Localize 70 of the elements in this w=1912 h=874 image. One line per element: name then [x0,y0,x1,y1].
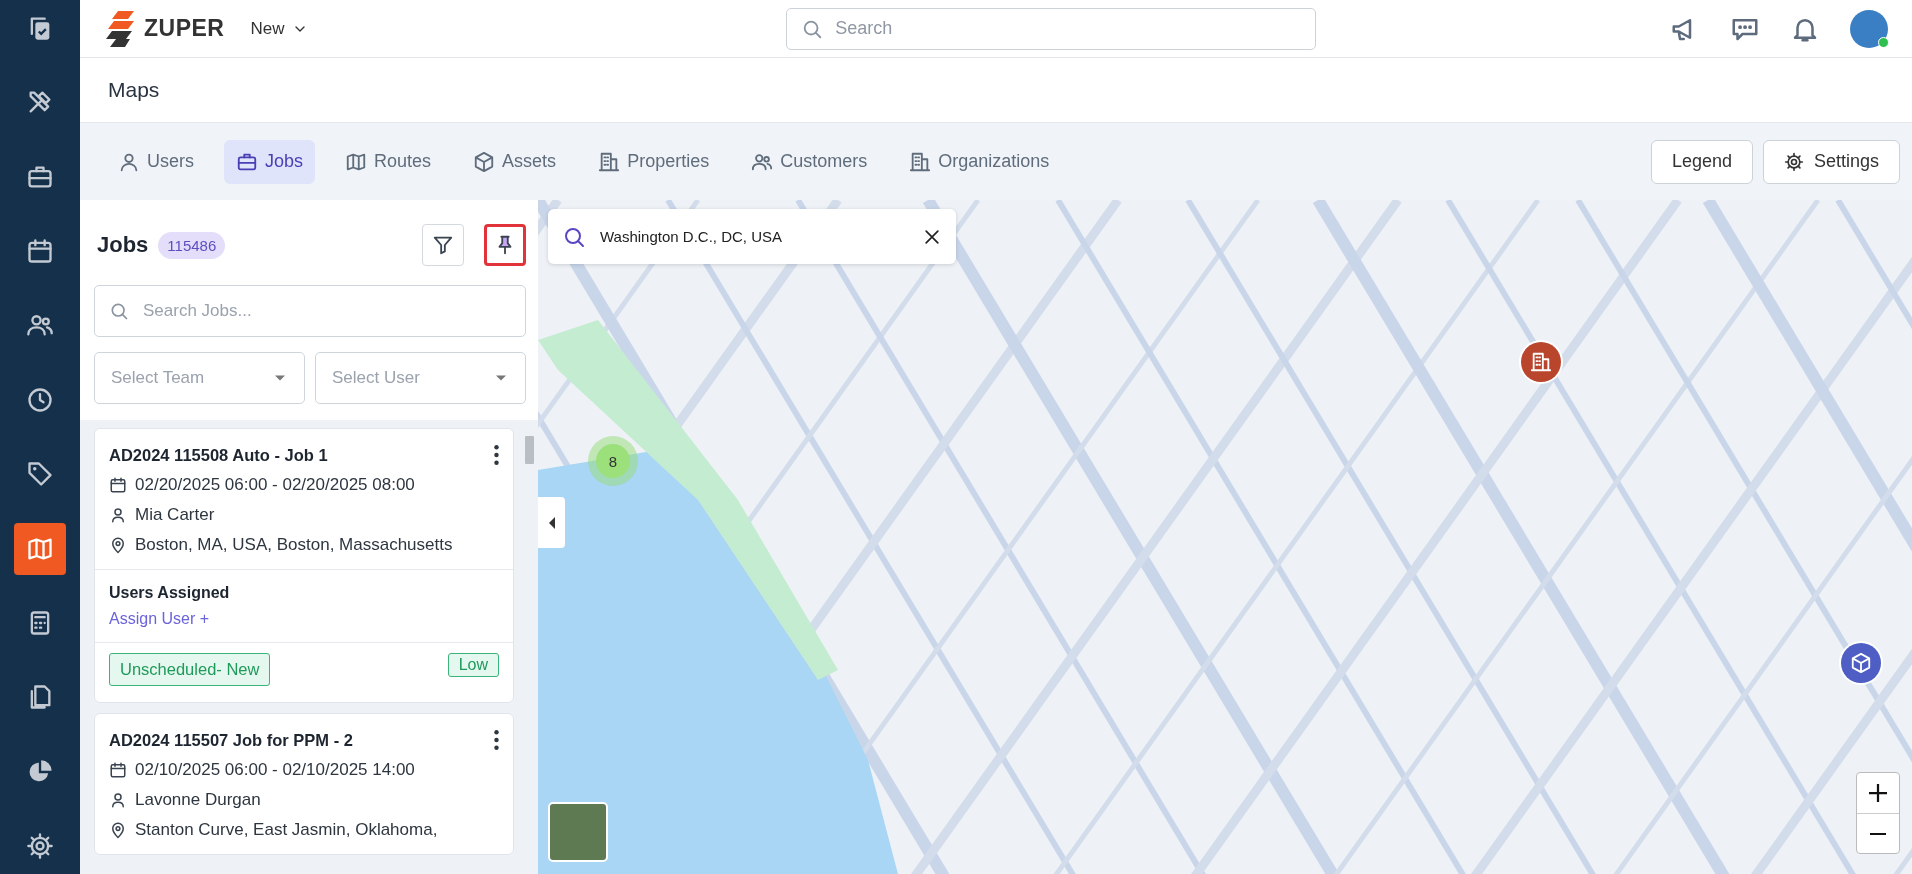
job-count: 115486 [158,231,226,259]
location-icon [109,821,127,839]
building-icon [598,150,621,173]
team-select-input[interactable]: Select Team [109,367,258,389]
nav-item[interactable] [14,522,66,575]
caret-icon [548,516,555,529]
building-marker-icon[interactable] [1521,342,1561,382]
customer-name: Mia Carter [135,505,215,525]
job-address: Stanton Curve, East Jasmin, Oklahoma, [135,820,438,840]
location-icon [109,536,127,554]
job-address: Boston, MA, USA, Boston, Massachusetts [135,535,453,555]
panel-title: Jobs [97,232,149,258]
search-jobs-field[interactable]: Search Jobs... [94,285,526,337]
pin-button[interactable] [484,224,526,266]
more-options-icon [494,445,499,465]
collapse-panel-button[interactable] [538,497,565,548]
legend-button[interactable]: Legend [1650,139,1753,184]
tab[interactable]: Organizations [897,139,1062,184]
job-card[interactable]: AD2024 115508 Auto - Job 1 02/20/2025 06:00 - 02/20/2025 08:00 Mia Carter Boston, MA, USA, Boston, Massachusetts Users Assigned Assign User + Unscheduled- New Low [94,428,514,703]
more-options-button[interactable] [494,445,499,465]
satellite-view-button[interactable] [548,802,608,862]
calendar-icon [26,237,54,266]
search-input[interactable]: Search [833,17,1302,40]
calendar-icon [109,761,127,779]
job-title: AD2024 115507 Job for PPM - 2 [109,730,353,750]
minus-icon [1869,832,1887,835]
filter-icon [432,234,454,256]
settings-button[interactable]: Settings [1762,139,1900,184]
job-schedule: 02/20/2025 06:00 - 02/20/2025 08:00 [135,475,415,495]
user-select[interactable]: Select User [315,352,526,404]
user-select-input[interactable]: Select User [330,367,479,389]
customer-name: Lavonne Durgan [135,790,261,810]
location-search-input[interactable]: Washington D.C., DC, USA [598,227,910,246]
calendar-icon [109,476,127,494]
users-assigned-label: Users Assigned [109,584,231,602]
search-jobs-input[interactable]: Search Jobs... [141,300,511,322]
search-icon [109,301,129,321]
cube-marker-icon[interactable] [1841,643,1881,683]
team-select[interactable]: Select Team [94,352,305,404]
person-icon [109,506,127,524]
settings-icon [26,831,54,860]
cube-icon [473,150,496,173]
plus-icon [1869,784,1887,802]
search-field[interactable]: Search [786,7,1317,50]
new-menu[interactable]: New [250,18,309,39]
priority-badge: Low [447,653,499,677]
job-title: AD2024 115508 Auto - Job 1 [109,445,328,465]
job-schedule: 02/10/2025 06:00 - 02/10/2025 14:00 [135,760,415,780]
clock-icon [26,385,54,414]
tab[interactable]: Routes [333,139,444,184]
tab[interactable]: Users [106,139,206,184]
tab[interactable]: Jobs [224,139,316,184]
status-badge: Unscheduled- New [109,653,271,686]
page-title: Maps [108,78,160,102]
person-icon [109,791,127,809]
user-avatar[interactable] [1850,9,1888,48]
job-card[interactable]: AD2024 115507 Job for PPM - 2 02/10/2025 06:00 - 02/10/2025 14:00 Lavonne Durgan Stanton Curve, East Jasmin, Oklahoma, [94,713,514,855]
brand-name: ZUPER [144,15,225,42]
more-options-icon [494,730,499,750]
filter-button[interactable] [422,224,464,266]
tab[interactable]: Properties [586,139,722,184]
tab[interactable]: Customers [739,139,880,184]
tag-icon [26,460,54,489]
building-icon [909,150,932,173]
tab[interactable]: Assets [461,139,569,184]
cluster-marker[interactable]: 8 [588,436,638,486]
assign-user-link[interactable]: Assign User + [109,610,210,628]
settings-icon [1783,151,1804,172]
more-options-button[interactable] [494,730,499,750]
location-search-field[interactable]: Washington D.C., DC, USA [548,209,956,264]
